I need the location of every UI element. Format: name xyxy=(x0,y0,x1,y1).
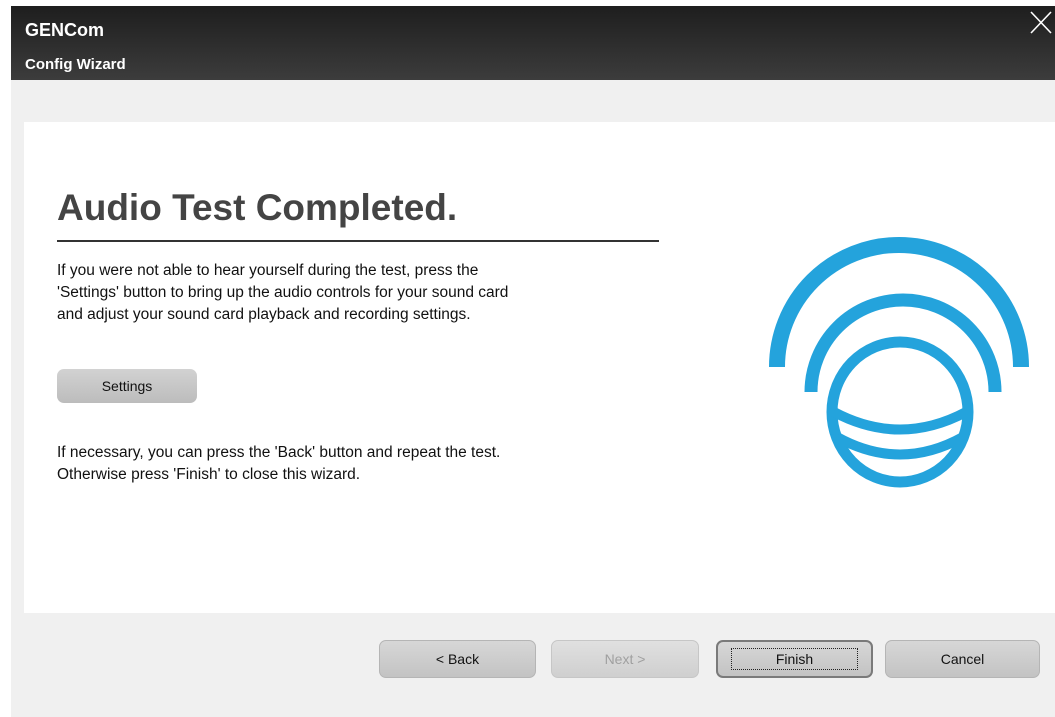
close-button[interactable] xyxy=(1025,6,1055,40)
finish-paragraph: If necessary, you can press the 'Back' b… xyxy=(57,442,677,486)
finish-label: Finish xyxy=(730,648,859,670)
instructions-line: If you were not able to hear yourself du… xyxy=(57,262,479,279)
wizard-body: Audio Test Completed. If you were not ab… xyxy=(11,80,1055,717)
finish-line: Otherwise press 'Finish' to close this w… xyxy=(57,466,361,483)
content-panel: Audio Test Completed. If you were not ab… xyxy=(24,122,1055,613)
cancel-button[interactable]: Cancel xyxy=(885,640,1040,678)
next-button[interactable]: Next > xyxy=(551,640,699,678)
settings-button[interactable]: Settings xyxy=(57,369,197,403)
heading-divider xyxy=(57,240,659,242)
wizard-title: Config Wizard xyxy=(25,56,126,73)
config-wizard-window: GENCom Config Wizard Audio Test Complete… xyxy=(0,0,1055,717)
gencom-logo-icon xyxy=(769,237,1029,488)
finish-line: If necessary, you can press the 'Back' b… xyxy=(57,444,501,461)
close-icon xyxy=(1030,11,1052,34)
back-button[interactable]: < Back xyxy=(379,640,536,678)
instructions-line: 'Settings' button to bring up the audio … xyxy=(57,284,509,301)
title-bar: GENCom Config Wizard xyxy=(11,6,1055,80)
app-title: GENCom xyxy=(25,20,105,40)
instructions-paragraph: If you were not able to hear yourself du… xyxy=(57,260,677,326)
finish-button[interactable]: Finish xyxy=(716,640,873,678)
page-heading: Audio Test Completed. xyxy=(57,187,458,228)
instructions-line: and adjust your sound card playback and … xyxy=(57,306,471,323)
